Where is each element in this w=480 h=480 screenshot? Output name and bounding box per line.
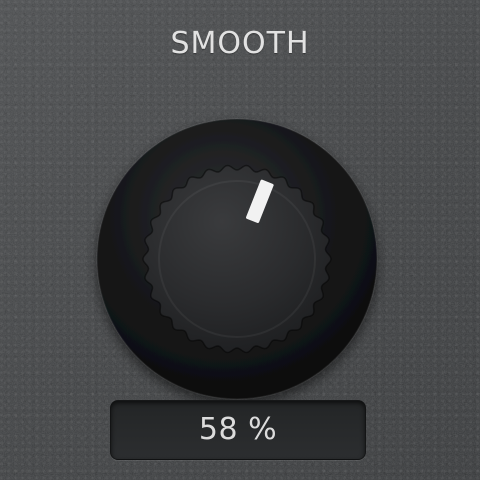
plugin-panel: SMOOTH 58 % <box>0 0 480 480</box>
value-readout: 58 % <box>198 412 278 447</box>
value-display[interactable]: 58 % <box>110 400 366 460</box>
knob-graphic[interactable] <box>85 117 390 422</box>
control-title: SMOOTH <box>170 26 310 61</box>
smooth-knob[interactable] <box>85 117 390 422</box>
